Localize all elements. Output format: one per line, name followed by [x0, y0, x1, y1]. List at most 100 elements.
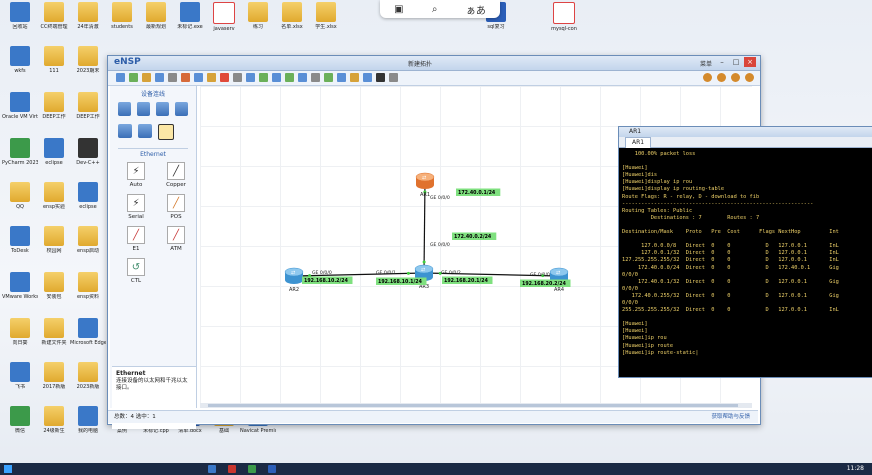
close-button[interactable]: ×	[744, 57, 756, 67]
search-text-icon[interactable]: ⌕	[432, 4, 438, 15]
cable-auto[interactable]: ⚡ Auto	[118, 162, 154, 188]
router-category-icon[interactable]	[118, 102, 131, 116]
desktop-icon[interactable]: ensp实验	[36, 182, 72, 210]
toolbar-button-icon[interactable]	[350, 73, 359, 82]
taskbar-app-icon[interactable]	[268, 465, 276, 473]
desktop-icon[interactable]: 学生.xlsx	[308, 2, 344, 30]
toolbar-button-icon[interactable]	[207, 73, 216, 82]
desktop-icon[interactable]: 未标记.exe	[172, 2, 208, 30]
desktop-icon[interactable]: 安装包	[36, 272, 72, 300]
desktop-icon[interactable]: eclipse	[36, 138, 72, 166]
toolbar-button-icon[interactable]	[285, 73, 294, 82]
router-ar2[interactable]: ⇄ AR2	[284, 267, 304, 293]
cable-label: E1	[132, 246, 140, 252]
desktop-icon[interactable]: DEEP工作	[70, 92, 106, 120]
desktop-icon[interactable]: wkfs	[2, 46, 38, 74]
console-output[interactable]: 100.00% packet loss [Huawei] [Huawei]dis…	[619, 148, 872, 376]
cable-e1[interactable]: ╱ E1	[118, 226, 154, 252]
firewall-category-icon[interactable]	[175, 102, 188, 116]
desktop-icon[interactable]: 新建文件夹	[36, 318, 72, 346]
console-tab-ar1[interactable]: AR1	[625, 137, 652, 148]
folder-icon	[44, 318, 64, 338]
desktop-icon[interactable]: 24年清澈	[70, 2, 106, 30]
toolbar-button-icon[interactable]	[324, 73, 333, 82]
settings-icon[interactable]	[717, 73, 726, 82]
toolbar-button-icon[interactable]	[129, 73, 138, 82]
desktop-icon[interactable]: ToDesk	[2, 226, 38, 254]
desktop-icon[interactable]: ensp资料	[70, 272, 106, 300]
desktop-icon[interactable]: QQ	[2, 182, 38, 210]
taskbar-app-icon[interactable]	[248, 465, 256, 473]
desktop-icon[interactable]: 24级新生	[36, 406, 72, 434]
desktop-icon[interactable]: Microsoft Edge	[70, 318, 106, 346]
toolbar-button-icon[interactable]	[220, 73, 229, 82]
desktop-icon[interactable]: CC终端管理	[36, 2, 72, 30]
desktop-icon[interactable]: 练习	[240, 2, 276, 30]
app-icon	[10, 2, 30, 22]
help-icon[interactable]	[731, 73, 740, 82]
desktop-icon[interactable]: mysql-con	[546, 2, 582, 32]
feedback-link[interactable]: 获取帮助与反馈	[711, 411, 750, 423]
cable-atm[interactable]: ╱ ATM	[158, 226, 194, 252]
clock[interactable]: 11:28	[847, 464, 864, 474]
desktop-icon[interactable]: javaserv	[206, 2, 242, 32]
huawei-icon[interactable]	[745, 73, 754, 82]
cable-category-icon[interactable]	[158, 124, 174, 140]
toolbar-button-icon[interactable]	[168, 73, 177, 82]
desktop-icon[interactable]: 最新规划	[138, 2, 174, 30]
toolbar-button-icon[interactable]	[298, 73, 307, 82]
desktop-icon[interactable]: ensp启动	[70, 226, 106, 254]
start-icon[interactable]	[4, 465, 12, 473]
toolbar-button-icon[interactable]	[272, 73, 281, 82]
cloud-category-icon[interactable]	[138, 124, 152, 138]
horizontal-scrollbar[interactable]	[200, 403, 752, 408]
toolbar-button-icon[interactable]	[181, 73, 190, 82]
translate-icon[interactable]: ぁあ	[466, 2, 486, 17]
minimize-button[interactable]: –	[716, 57, 728, 67]
register-icon[interactable]	[703, 73, 712, 82]
desktop-icon[interactable]: VMware Workstation	[2, 272, 38, 300]
cable-pos[interactable]: ╱ POS	[158, 194, 194, 220]
desktop-icon[interactable]: 2017新版	[36, 362, 72, 390]
desktop-icon[interactable]: 飞书	[2, 362, 38, 390]
desktop-icon[interactable]: DEEP工作	[36, 92, 72, 120]
desktop-icon[interactable]: 2023新版	[70, 362, 106, 390]
desktop-icon[interactable]: 111	[36, 46, 72, 74]
cable-serial[interactable]: ⚡ Serial	[118, 194, 154, 220]
toolbar-button-icon[interactable]	[363, 73, 372, 82]
toolbar-button-icon[interactable]	[142, 73, 151, 82]
taskbar-app-icon[interactable]	[208, 465, 216, 473]
toolbar-button-icon[interactable]	[246, 73, 255, 82]
desktop-icon[interactable]: 名单.xlsx	[274, 2, 310, 30]
menu-button[interactable]: 菜单	[700, 59, 712, 68]
maximize-button[interactable]: □	[730, 57, 742, 67]
pc-category-icon[interactable]	[118, 124, 132, 138]
toolbar-button-icon[interactable]	[233, 73, 242, 82]
desktop-icon[interactable]: students	[104, 2, 140, 30]
desktop-icon[interactable]: 我的电脑	[70, 406, 106, 434]
toolbar-button-icon[interactable]	[155, 73, 164, 82]
toolbar-button-icon[interactable]	[116, 73, 125, 82]
toolbar-button-icon[interactable]	[376, 73, 385, 82]
wlan-category-icon[interactable]	[156, 102, 169, 116]
desktop-icon[interactable]: eclipse	[70, 182, 106, 210]
switch-category-icon[interactable]	[137, 102, 150, 116]
cable-ctl[interactable]: ↺ CTL	[118, 258, 154, 284]
screen-icon[interactable]: ▣	[394, 4, 403, 15]
toolbar-button-icon[interactable]	[194, 73, 203, 82]
taskbar-app-icon[interactable]	[228, 465, 236, 473]
desktop-icon[interactable]: Oracle VM VirtualBox	[2, 92, 38, 120]
toolbar-button-icon[interactable]	[337, 73, 346, 82]
toolbar-button-icon[interactable]	[311, 73, 320, 82]
desktop-icon[interactable]: Dev-C++	[70, 138, 106, 166]
toolbar-button-icon[interactable]	[259, 73, 268, 82]
desktop-icon[interactable]: 校园网	[36, 226, 72, 254]
cable-copper[interactable]: ╱ Copper	[158, 162, 194, 188]
desktop-icon[interactable]: 向日葵	[2, 318, 38, 346]
desktop-icon[interactable]: 回收站	[2, 2, 38, 30]
toolbar-button-icon[interactable]	[389, 73, 398, 82]
desktop-icon[interactable]: PyCharm 2023.1	[2, 138, 38, 166]
router-ar1[interactable]: ⇄ AR1	[415, 172, 435, 198]
desktop-icon[interactable]: 2023期末	[70, 46, 106, 74]
desktop-icon[interactable]: 微信	[2, 406, 38, 434]
